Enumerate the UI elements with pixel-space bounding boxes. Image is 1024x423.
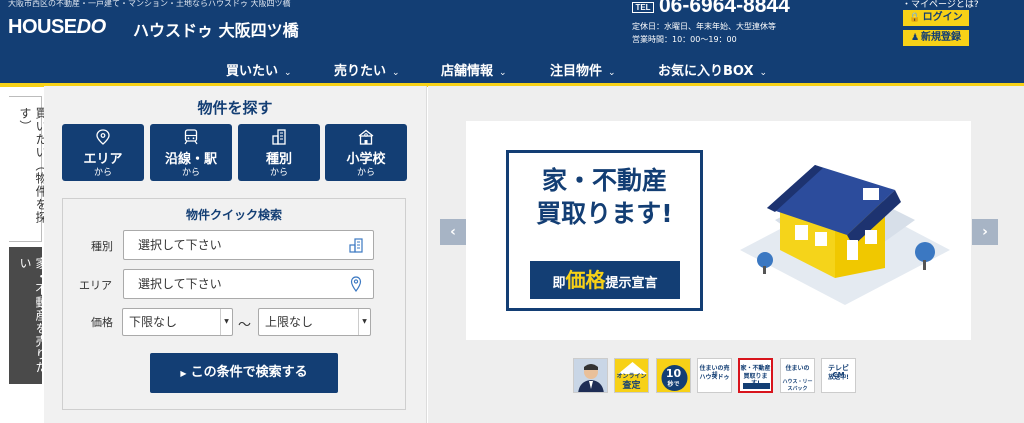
building-icon xyxy=(349,238,363,253)
register-label: 新規登録 xyxy=(921,32,962,43)
category-sub: から xyxy=(356,168,375,178)
chevron-down-icon: ⌄ xyxy=(499,68,507,78)
category-sub: から xyxy=(93,168,112,178)
nav-shop-info[interactable]: 店舗情報 ⌄ xyxy=(441,60,507,79)
thumb-line1: 住まいの xyxy=(785,365,810,372)
building-icon xyxy=(272,129,286,145)
thumb-leaseback[interactable]: 住まいの ハウス・リースバック xyxy=(780,358,815,393)
shop-name[interactable]: ハウスドゥ 大阪四ツ橋 xyxy=(133,17,299,41)
nav-label: 売りたい xyxy=(334,64,387,79)
thumb-line1: 家・不動産 xyxy=(740,365,771,372)
nav-buy[interactable]: 買いたい ⌄ xyxy=(226,60,292,79)
headline-line-2: 買取ります! xyxy=(536,199,673,228)
headline-line-1: 家・不動産 xyxy=(541,166,667,195)
thumb-line2: ハウスドゥ xyxy=(699,374,730,381)
tel-badge: TEL xyxy=(632,2,654,13)
main-nav: 買いたい ⌄ 売りたい ⌄ 店舗情報 ⌄ 注目物件 ⌄ お気に入りBOX ⌄ xyxy=(0,54,1024,84)
holiday-text: 定休日：水曜日、年末年始、大型連休等 xyxy=(632,22,776,31)
site-logo[interactable]: HOUSEDO xyxy=(8,16,106,39)
quick-search-title: 物件クイック検索 xyxy=(185,208,282,222)
carousel-next-button[interactable]: › xyxy=(972,219,998,245)
search-by-type-button[interactable]: 種別 から xyxy=(238,124,320,181)
category-sub: から xyxy=(269,168,288,178)
thumb-online-assessment[interactable]: オンライン 査定 xyxy=(614,358,649,393)
nav-label: 買いたい xyxy=(226,64,279,79)
house-illustration xyxy=(740,165,950,305)
type-label: 種別 xyxy=(91,240,113,253)
search-by-school-button[interactable]: 小学校 から xyxy=(325,124,407,181)
area-select-field[interactable]: 選択して下さい xyxy=(123,269,374,299)
band-suffix: 提示宣言 xyxy=(605,276,658,291)
site-header: 大阪市西区の不動産・一戸建て・マンション・土地ならハウスドゥ 大阪四ツ橋 HOU… xyxy=(0,0,1024,86)
map-pin-icon xyxy=(96,129,110,145)
site-description: 大阪市西区の不動産・一戸建て・マンション・土地ならハウスドゥ 大阪四ツ橋 xyxy=(8,0,291,8)
price-range-separator: ～ xyxy=(238,318,252,333)
chevron-down-icon: ⌄ xyxy=(608,68,616,78)
map-pin-icon xyxy=(350,276,362,292)
thumb-band xyxy=(743,383,770,389)
thumb-10sec[interactable]: 10 秒で xyxy=(656,358,691,393)
chevron-down-icon: ⌄ xyxy=(759,68,768,78)
nav-favorites[interactable]: お気に入りBOX ⌄ xyxy=(658,60,767,79)
category-sub: から xyxy=(181,168,200,178)
search-submit-label: この条件で検索する xyxy=(190,365,308,380)
chevron-down-icon: ▼ xyxy=(220,309,232,335)
area-label: エリア xyxy=(79,279,112,292)
register-button[interactable]: ♟ 新規登録 xyxy=(903,30,969,46)
login-button[interactable]: 🔒 ログイン xyxy=(903,10,969,26)
type-select-field[interactable]: 選択して下さい xyxy=(123,230,374,260)
thumb-line2: 放送中! xyxy=(828,374,849,381)
mypage-help-link[interactable]: ・マイページとは? xyxy=(902,0,979,10)
price-max-value: 上限なし xyxy=(265,315,314,329)
carousel-prev-button[interactable]: ‹ xyxy=(440,219,466,245)
nav-sell[interactable]: 売りたい ⌄ xyxy=(334,60,400,79)
price-label: 価格 xyxy=(91,316,113,329)
thumb-sell[interactable]: 住まいの売却 ハウスドゥ xyxy=(697,358,732,393)
staff-photo xyxy=(574,359,607,392)
chevron-left-icon: ‹ xyxy=(450,224,456,240)
search-title: 物件を探す xyxy=(197,99,273,117)
chevron-down-icon: ⌄ xyxy=(392,68,400,78)
search-by-line-button[interactable]: 沿線・駅 から xyxy=(150,124,232,181)
search-submit-button[interactable]: ▶ この条件で検索する xyxy=(150,353,338,393)
store-hours: 定休日：水曜日、年末年始、大型連休等 営業時間：10：00〜19：00 xyxy=(632,20,776,46)
thumb-line2: 秒で xyxy=(667,381,680,388)
slide-headline: 家・不動産 買取ります! xyxy=(506,164,703,230)
school-icon xyxy=(358,129,374,145)
nav-label: 店舗情報 xyxy=(441,64,494,79)
area-value: 選択して下さい xyxy=(138,277,222,291)
thumb-line2: ハウス・リースバック xyxy=(782,379,813,392)
phone-number[interactable]: 06-6964-8844 xyxy=(659,0,790,18)
nav-label: 注目物件 xyxy=(550,64,603,79)
chevron-down-icon: ⌄ xyxy=(284,68,292,78)
slide-band: 即価格提示宣言 xyxy=(530,261,680,299)
lock-icon: 🔒 xyxy=(909,13,921,23)
type-value: 選択して下さい xyxy=(138,238,222,252)
chevron-down-icon: ▼ xyxy=(358,309,370,335)
thumb-buyback[interactable]: 家・不動産 買取ります! xyxy=(738,358,773,393)
thumb-line2: 査定 xyxy=(622,381,641,391)
nav-label: お気に入りBOX xyxy=(658,64,754,79)
thumb-line1: オンライン xyxy=(616,373,647,380)
price-min-value: 下限なし xyxy=(129,315,178,329)
play-icon: ▶ xyxy=(180,369,187,378)
hours-text: 営業時間：10：00〜19：00 xyxy=(632,35,737,44)
search-by-area-button[interactable]: エリア から xyxy=(62,124,144,181)
price-min-select[interactable]: 下限なし ▼ xyxy=(122,308,233,336)
price-max-select[interactable]: 上限なし ▼ xyxy=(258,308,371,336)
side-tab-sell[interactable]: 家・不動産を売りたい xyxy=(9,247,48,384)
nav-featured[interactable]: 注目物件 ⌄ xyxy=(550,60,616,79)
logo-do: DO xyxy=(76,16,107,38)
user-icon: ♟ xyxy=(910,33,920,43)
band-big: 価格 xyxy=(565,268,606,292)
thumb-line1: 10 xyxy=(665,367,682,380)
logo-house: HOUSE xyxy=(8,16,77,38)
train-icon xyxy=(184,129,198,145)
login-label: ログイン xyxy=(922,12,963,23)
band-prefix: 即 xyxy=(552,276,566,291)
thumb-staff[interactable] xyxy=(573,358,608,393)
chevron-right-icon: › xyxy=(982,224,988,240)
thumb-tvcm[interactable]: テレビCM 放送中! xyxy=(821,358,856,393)
